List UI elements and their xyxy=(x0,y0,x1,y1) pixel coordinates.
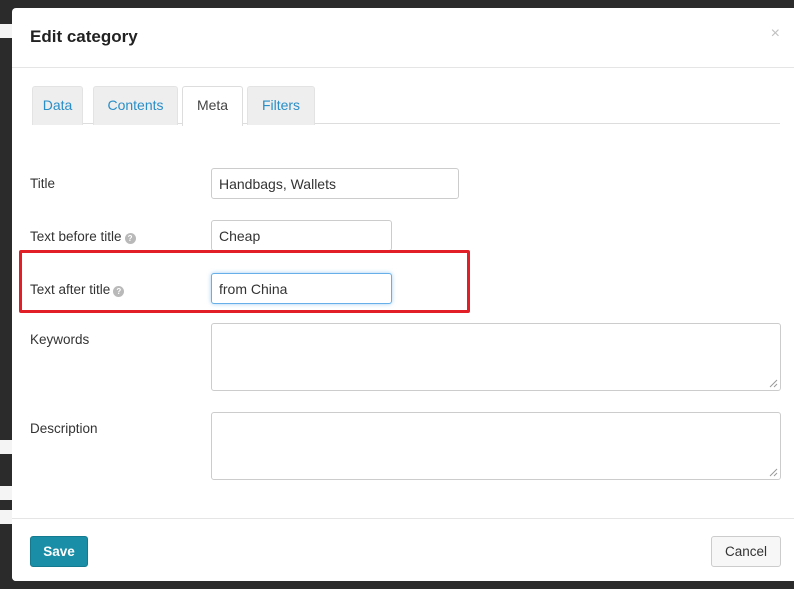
tab-filters[interactable]: Filters xyxy=(247,86,315,125)
edit-category-modal: Edit category × Data Contents Meta Filte… xyxy=(12,8,794,581)
text-before-title-label: Text before title? xyxy=(30,229,136,244)
description-textarea[interactable] xyxy=(211,412,781,480)
close-icon[interactable]: × xyxy=(771,25,780,43)
modal-header: Edit category × xyxy=(12,8,794,68)
backdrop-fragment xyxy=(0,24,12,38)
annotation-highlight-box xyxy=(19,250,470,313)
question-circle-icon: ? xyxy=(124,233,136,244)
description-label: Description xyxy=(30,421,98,436)
backdrop-fragment xyxy=(0,486,12,500)
tab-contents[interactable]: Contents xyxy=(93,86,178,125)
resize-grip-icon[interactable] xyxy=(769,468,778,477)
tab-bar: Data Contents Meta Filters xyxy=(32,86,780,126)
resize-grip-icon[interactable] xyxy=(769,379,778,388)
text-before-title-input[interactable] xyxy=(211,220,392,251)
backdrop-fragment xyxy=(0,440,12,454)
tab-meta[interactable]: Meta xyxy=(182,86,243,126)
title-input[interactable] xyxy=(211,168,459,199)
keywords-label: Keywords xyxy=(30,332,90,347)
backdrop-fragment xyxy=(0,510,12,524)
text-before-title-label-text: Text before title xyxy=(30,229,122,244)
cancel-button[interactable]: Cancel xyxy=(711,536,781,567)
tab-data[interactable]: Data xyxy=(32,86,83,125)
modal-footer: Save Cancel xyxy=(12,518,794,581)
title-label: Title xyxy=(30,176,56,191)
save-button[interactable]: Save xyxy=(30,536,88,567)
keywords-textarea[interactable] xyxy=(211,323,781,391)
modal-title: Edit category xyxy=(30,27,138,46)
